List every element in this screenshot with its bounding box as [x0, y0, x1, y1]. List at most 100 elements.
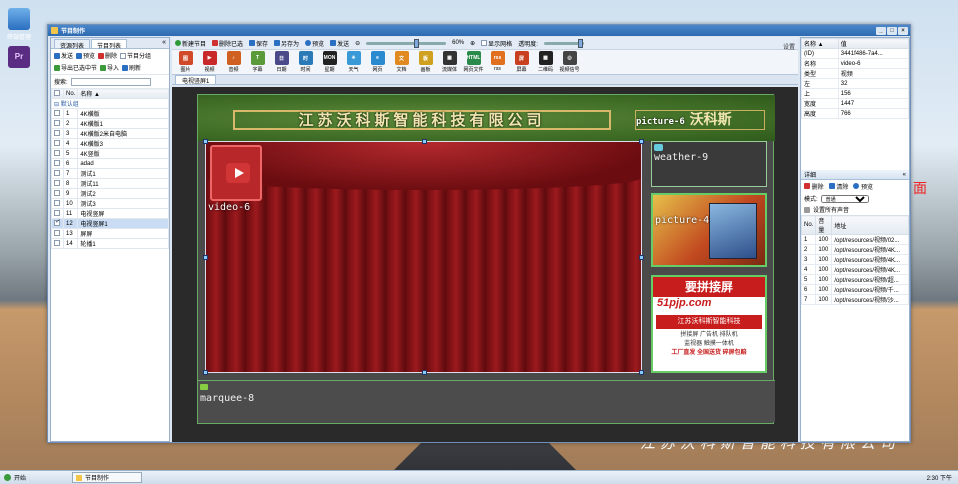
row-checkbox[interactable] — [54, 150, 60, 157]
tool-12[interactable]: ▦ 流媒体 — [439, 51, 460, 73]
tool-11[interactable]: 板画板 — [415, 51, 436, 73]
row-checkbox[interactable] — [54, 120, 60, 127]
detail-collapse-icon[interactable]: « — [903, 172, 909, 178]
minimize-button[interactable]: _ — [876, 26, 886, 35]
send-button[interactable]: 发送 — [54, 51, 73, 60]
delete-button[interactable]: 删除 — [98, 51, 117, 60]
detail-row[interactable]: 1 100/opt/resources/视频/02... — [800, 234, 909, 245]
tool-15[interactable]: 屏屏幕 — [511, 51, 532, 73]
row-checkbox[interactable] — [54, 170, 60, 177]
save-button[interactable]: 保存 — [249, 39, 268, 48]
detail-delete-button[interactable]: 删除 — [804, 182, 824, 191]
zoom-out-icon[interactable]: ⊖ — [355, 40, 360, 47]
table-row[interactable]: 4 4K横版3 — [51, 138, 169, 149]
search-input[interactable] — [70, 77, 151, 86]
property-row[interactable]: 名称 video-6 — [801, 58, 910, 69]
row-checkbox-cell[interactable] — [51, 108, 64, 119]
detail-row[interactable]: 4 100/opt/resources/视频/4K... — [800, 264, 909, 275]
set-all-volume-button[interactable]: 设置所有声音 — [801, 204, 909, 215]
row-checkbox-cell[interactable] — [51, 228, 64, 239]
detail-row[interactable]: 6 100/opt/resources/视频/千... — [800, 284, 909, 295]
property-value[interactable]: 766 — [837, 108, 910, 119]
table-row[interactable]: 8 测试11 — [51, 178, 169, 189]
tab-program-list[interactable]: 节目列表 — [91, 39, 128, 50]
group-header[interactable]: ⊟ 默认组 — [51, 98, 169, 109]
table-row[interactable]: 12电视竖屏1 — [51, 218, 169, 229]
select-all-checkbox[interactable] — [54, 90, 60, 97]
grid-toggle[interactable]: 显示网格 — [481, 39, 512, 48]
table-row[interactable]: 2 4K横版1 — [51, 118, 169, 129]
detail-col-volume[interactable]: 音量 — [815, 215, 833, 235]
preview-button[interactable]: 预览 — [76, 51, 95, 60]
import-button[interactable]: 导入 — [100, 63, 119, 72]
desktop-icon-premiere[interactable]: Pr — [6, 46, 32, 70]
row-checkbox-cell[interactable] — [51, 188, 64, 199]
zoom-slider-thumb[interactable] — [414, 38, 420, 48]
row-checkbox[interactable] — [54, 210, 60, 217]
row-checkbox[interactable] — [54, 240, 60, 247]
detail-row[interactable]: 7 100/opt/resources/视频/沙... — [800, 294, 909, 305]
desktop-icon-terminal[interactable]: 终端管理 — [6, 8, 32, 41]
resize-handle-bc[interactable] — [422, 370, 427, 375]
row-checkbox[interactable] — [54, 180, 60, 187]
row-checkbox-cell[interactable] — [51, 138, 64, 149]
settings-button[interactable]: 设置 — [783, 42, 795, 51]
property-value[interactable]: 1447 — [837, 98, 910, 109]
property-row[interactable]: 左 32 — [801, 78, 910, 89]
table-row[interactable]: 7 测试1 — [51, 168, 169, 179]
row-checkbox-cell[interactable] — [51, 168, 64, 179]
row-checkbox[interactable] — [54, 218, 60, 227]
zoom-in-icon[interactable]: ⊕ — [470, 40, 475, 47]
row-checkbox-cell[interactable] — [51, 148, 64, 159]
maximize-button[interactable]: □ — [887, 26, 897, 35]
new-program-button[interactable]: 新建节目 — [175, 39, 206, 48]
row-checkbox[interactable] — [54, 110, 60, 117]
resize-handle-tl[interactable] — [203, 139, 208, 144]
table-row[interactable]: 3 4K横版2米自电脑 — [51, 128, 169, 139]
row-checkbox-cell[interactable] — [51, 238, 64, 249]
tool-2[interactable]: ▶ 视频 — [199, 51, 220, 73]
tool-3[interactable]: ♪ 音频 — [223, 51, 244, 73]
program-stage[interactable]: 江苏沃科斯智能科技有限公司 picture-6 沃科斯 video-6 weat… — [197, 94, 775, 424]
tool-14[interactable]: rss rss — [487, 51, 508, 73]
tool-8[interactable]: ☀ 天气 — [343, 51, 364, 73]
tool-5[interactable]: 日日期 — [271, 51, 292, 73]
tool-6[interactable]: 时时间 — [295, 51, 316, 73]
row-checkbox-cell[interactable] — [51, 158, 64, 169]
tool-13[interactable]: HTML 网页文件 — [463, 51, 484, 73]
row-checkbox[interactable] — [54, 200, 60, 207]
resize-handle-tr[interactable] — [639, 139, 644, 144]
resize-handle-mr[interactable] — [639, 255, 644, 260]
table-row[interactable]: 11 电视竖屏 — [51, 208, 169, 219]
detail-row[interactable]: 3 100/opt/resources/视频/4K... — [800, 254, 909, 265]
resize-handle-bl[interactable] — [203, 370, 208, 375]
detail-preview-button[interactable]: 预览 — [853, 182, 873, 191]
transparency-slider[interactable] — [543, 38, 584, 48]
row-checkbox[interactable] — [54, 190, 60, 197]
tool-4[interactable]: T 字幕 — [247, 51, 268, 73]
picture-banner[interactable]: 江苏沃科斯智能科技有限公司 picture-6 沃科斯 — [198, 95, 775, 141]
table-row[interactable]: 1 4K横版 — [51, 108, 169, 119]
table-row[interactable]: 9 测试2 — [51, 188, 169, 199]
detail-row[interactable]: 2 100/opt/resources/视频/4K... — [800, 244, 909, 255]
ad-picture[interactable]: 要拼接屏 51pjp.com 江苏沃科斯智能科技 拼接屏 广告机 排队机 监视器… — [651, 275, 767, 373]
row-checkbox-cell[interactable] — [51, 208, 64, 219]
resize-handle-ml[interactable] — [203, 255, 208, 260]
col-name[interactable]: 名称 ▲ — [77, 88, 169, 99]
table-row[interactable]: 13 屏屏 — [51, 228, 169, 239]
delete-selected-button[interactable]: 删除已选 — [212, 39, 243, 48]
tool-7[interactable]: MON 星期 — [319, 51, 340, 73]
detail-col-no[interactable]: No. — [800, 215, 817, 235]
row-checkbox[interactable] — [54, 230, 60, 237]
property-value[interactable]: 32 — [837, 78, 910, 89]
document-tab[interactable]: 电视竖屏1 — [175, 75, 217, 85]
resize-handle-tc[interactable] — [422, 139, 427, 144]
row-checkbox-cell[interactable] — [51, 178, 64, 189]
weather-9[interactable]: weather-9 — [651, 141, 767, 187]
export-button[interactable]: 导出已选中节 — [54, 63, 97, 72]
row-checkbox-cell[interactable] — [51, 218, 64, 229]
row-checkbox[interactable] — [54, 160, 60, 167]
send-program-button[interactable]: 发送 — [330, 39, 349, 48]
marquee-8[interactable]: marquee-8 — [198, 380, 775, 422]
table-row[interactable]: 6 adad — [51, 158, 169, 169]
